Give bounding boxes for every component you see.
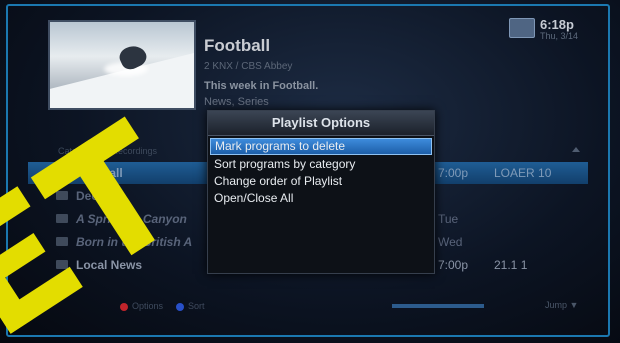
- row-time: 7:00p: [438, 258, 469, 272]
- folder-icon: [56, 214, 68, 223]
- program-description: This week in Football.: [204, 80, 319, 92]
- blue-button-label: Sort: [188, 301, 205, 311]
- program-channel: 2 KNX / CBS Abbey: [204, 61, 293, 72]
- folder-icon: [56, 260, 68, 269]
- progress-bar: [392, 304, 484, 308]
- row-name: Born in the British A: [76, 235, 193, 249]
- option-sort-category[interactable]: Sort programs by category: [210, 156, 432, 173]
- playlist-category-label: Category: All Recordings: [58, 146, 158, 156]
- row-time: Tue: [438, 212, 459, 226]
- option-open-close-all[interactable]: Open/Close All: [210, 190, 432, 207]
- row-name: Decode: [76, 189, 120, 203]
- red-button-icon[interactable]: [120, 303, 128, 311]
- program-thumbnail: [48, 20, 196, 110]
- folder-icon: [56, 168, 68, 177]
- scroll-up-arrow-icon[interactable]: [572, 147, 580, 152]
- row-name: Local News: [76, 258, 143, 272]
- blue-button-icon[interactable]: [176, 303, 184, 311]
- row-name: A Spring in Canyon: [76, 212, 187, 226]
- option-change-order[interactable]: Change order of Playlist: [210, 173, 432, 190]
- folder-icon: [56, 191, 68, 200]
- tv-icon: [509, 18, 535, 38]
- folder-icon: [56, 237, 68, 246]
- row-time: Wed: [438, 235, 463, 249]
- footer-jump-label[interactable]: Jump ▼: [545, 300, 578, 310]
- clock-time: 6:18p: [540, 17, 574, 32]
- row-channel: LOAER 10: [494, 166, 552, 180]
- tv-screen: Football 2 KNX / CBS Abbey This week in …: [0, 0, 620, 343]
- playlist-options-dialog: Playlist Options Mark programs to delete…: [207, 110, 435, 274]
- red-button-label: Options: [132, 301, 164, 311]
- dialog-title: Playlist Options: [208, 111, 434, 136]
- footer-bar: Options Sort Jump ▼: [0, 296, 620, 318]
- row-time: 7:00p: [438, 166, 469, 180]
- program-title: Football: [204, 36, 271, 55]
- option-mark-delete[interactable]: Mark programs to delete: [210, 138, 432, 155]
- clock-date: Thu, 3/14: [540, 31, 579, 41]
- row-name: Football: [76, 166, 123, 180]
- row-channel: 21.1 1: [494, 258, 528, 272]
- program-genre: News, Series: [204, 96, 269, 108]
